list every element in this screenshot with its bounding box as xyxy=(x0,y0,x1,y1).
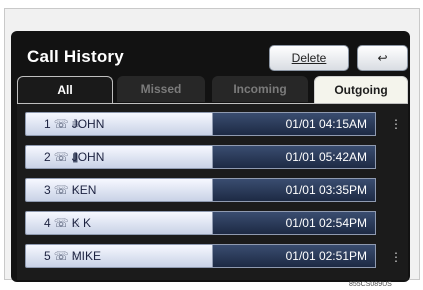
list-item[interactable]: 2 ☏ ▮ JOHN 01/01 05:42AM xyxy=(25,145,376,169)
figure-caption: 855CS089US xyxy=(349,281,392,288)
contact-name: MIKE xyxy=(71,249,102,263)
delete-button[interactable]: Delete xyxy=(269,45,349,71)
contact-name: K K xyxy=(71,216,92,230)
contact-cell: 1 ☏ ≡ JOHN xyxy=(25,112,213,136)
call-time: 01/01 04:15AM xyxy=(213,112,376,136)
call-type-icon: ☏ ◌ xyxy=(53,183,80,197)
scroll-up-icon: ⋮ xyxy=(390,117,402,131)
contact-name: JOHN xyxy=(71,150,105,164)
tab-all[interactable]: All xyxy=(17,76,113,103)
call-history-screen: Call History Delete ↩ All Missed Incomin… xyxy=(11,31,410,282)
call-time: 01/01 05:42AM xyxy=(213,145,376,169)
call-type-icon: ☏ ≡ xyxy=(53,117,80,131)
contact-cell: 4 ☏ ◌ K K xyxy=(25,211,213,235)
tab-bar: All Missed Incoming Outgoing xyxy=(17,76,408,104)
contact-cell: 2 ☏ ▮ JOHN xyxy=(25,145,213,169)
tab-missed[interactable]: Missed xyxy=(117,76,205,102)
scroll-down-button[interactable]: ⋮ xyxy=(388,247,404,267)
back-button[interactable]: ↩ xyxy=(357,45,408,71)
entry-number: 4 xyxy=(44,216,51,230)
call-type-icon: ☏ ▮ xyxy=(53,150,79,164)
list-item[interactable]: 5 ☏ ◌ MIKE 01/01 02:51PM xyxy=(25,244,376,268)
call-list: 1 ☏ ≡ JOHN 01/01 04:15AM 2 ☏ ▮ JOHN 01/0… xyxy=(17,103,408,280)
call-type-icon: ☏ ◌ xyxy=(53,216,80,230)
list-item[interactable]: 4 ☏ ◌ K K 01/01 02:54PM xyxy=(25,211,376,235)
list-item[interactable]: 3 ☏ ◌ KEN 01/01 03:35PM xyxy=(25,178,376,202)
tab-outgoing[interactable]: Outgoing xyxy=(314,76,408,104)
entry-number: 5 xyxy=(44,249,51,263)
page-title: Call History xyxy=(27,47,124,66)
scroll-up-button[interactable]: ⋮ xyxy=(388,114,404,134)
tab-incoming[interactable]: Incoming xyxy=(212,76,308,102)
entry-number: 3 xyxy=(44,183,51,197)
scroll-down-icon: ⋮ xyxy=(390,250,402,264)
contact-cell: 3 ☏ ◌ KEN xyxy=(25,178,213,202)
contact-cell: 5 ☏ ◌ MIKE xyxy=(25,244,213,268)
list-item[interactable]: 1 ☏ ≡ JOHN 01/01 04:15AM xyxy=(25,112,376,136)
call-time: 01/01 02:54PM xyxy=(213,211,376,235)
entry-number: 2 xyxy=(44,150,51,164)
back-arrow-icon: ↩ xyxy=(377,51,388,65)
call-type-icon: ☏ ◌ xyxy=(53,249,80,263)
call-time: 01/01 03:35PM xyxy=(213,178,376,202)
contact-name: JOHN xyxy=(71,117,105,131)
entry-number: 1 xyxy=(44,117,51,131)
call-time: 01/01 02:51PM xyxy=(213,244,376,268)
contact-name: KEN xyxy=(71,183,97,197)
